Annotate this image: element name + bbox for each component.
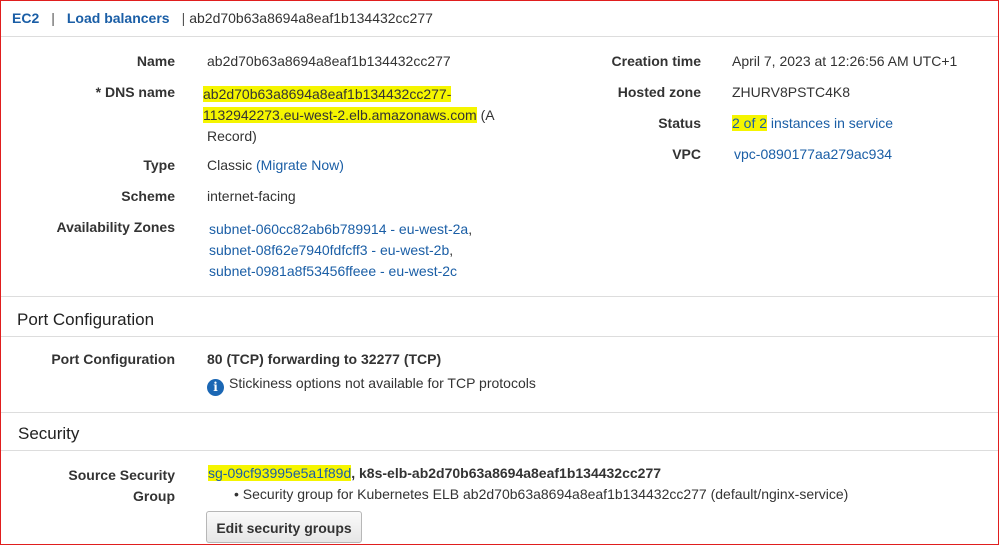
subnet-link[interactable]: subnet-0981a8f53456ffeee - eu-west-2c [209, 263, 457, 279]
dns-name-line1: ab2d70b63a8694a8eaf1b134432cc277- [203, 86, 452, 102]
security-group-id-link[interactable]: sg-09cf93995e5a1f89d [208, 465, 352, 481]
breadcrumb-separator: | [181, 10, 186, 26]
breadcrumb-divider [1, 36, 998, 37]
scheme-value: internet-facing [207, 188, 296, 204]
status-instances-link[interactable]: instances in service [767, 115, 893, 131]
type-text: Classic [207, 157, 253, 173]
source-security-group-label-line1: Source Security [68, 467, 175, 483]
hosted-zone-label: Hosted zone [617, 84, 701, 100]
type-label: Type [143, 157, 175, 173]
port-configuration-value: 80 (TCP) forwarding to 32277 (TCP) [207, 351, 442, 367]
source-security-group-label-line2: Group [133, 488, 175, 504]
status-value: 2 of 2 instances in service [732, 115, 893, 131]
type-value: Classic (Migrate Now) [207, 157, 344, 173]
stickiness-text: Stickiness options not available for TCP… [229, 375, 536, 391]
security-group-value: sg-09cf93995e5a1f89d, k8s-elb-ab2d70b63a… [208, 465, 661, 481]
status-count-link[interactable]: 2 of 2 [732, 115, 768, 131]
creation-time-label: Creation time [611, 53, 701, 69]
breadcrumb-separator: | [51, 10, 55, 26]
availability-zones-list: subnet-060cc82ab6b789914 - eu-west-2a, s… [209, 219, 472, 282]
scheme-label: Scheme [121, 188, 175, 204]
creation-time-value: April 7, 2023 at 12:26:56 AM UTC+1 [732, 53, 958, 69]
breadcrumb-current: ab2d70b63a8694a8eaf1b134432cc277 [189, 10, 433, 26]
dns-name-label: * DNS name [95, 84, 175, 100]
section-divider [1, 336, 998, 337]
availability-zones-label: Availability Zones [56, 219, 175, 235]
section-divider [1, 450, 998, 451]
list-comma: , [468, 221, 473, 237]
security-group-name: , k8s-elb-ab2d70b63a8694a8eaf1b134432cc2… [351, 465, 662, 481]
hosted-zone-value: ZHURV8PSTC4K8 [732, 84, 851, 100]
breadcrumb-load-balancers-link[interactable]: Load balancers [67, 10, 170, 26]
status-label: Status [658, 115, 701, 131]
security-heading: Security [18, 424, 80, 443]
breadcrumb: EC2 | Load balancers | ab2d70b63a8694a8eaf1b… [12, 10, 433, 26]
migrate-now-link[interactable]: (Migrate Now) [256, 157, 344, 173]
section-divider [1, 412, 998, 413]
dns-record-type: (A [476, 107, 495, 123]
dns-name-value: ab2d70b63a8694a8eaf1b134432cc277- 113294… [203, 84, 495, 147]
section-divider [1, 296, 998, 297]
edit-security-groups-button[interactable]: Edit security groups [206, 511, 362, 543]
security-group-description: • Security group for Kubernetes ELB ab2d… [234, 486, 849, 502]
info-icon: i [207, 379, 224, 396]
subnet-link[interactable]: subnet-060cc82ab6b789914 - eu-west-2a [209, 221, 468, 237]
subnet-link[interactable]: subnet-08f62e7940fdfcff3 - eu-west-2b [209, 242, 449, 258]
name-value: ab2d70b63a8694a8eaf1b134432cc277 [207, 53, 451, 69]
stickiness-note: i Stickiness options not available for TC… [207, 375, 536, 396]
vpc-link[interactable]: vpc-0890177aa279ac934 [734, 146, 892, 162]
source-security-group-label: Source Security Group [5, 465, 175, 507]
list-comma: , [449, 242, 454, 258]
vpc-label: VPC [672, 146, 701, 162]
port-configuration-label: Port Configuration [51, 351, 175, 367]
vpc-value: vpc-0890177aa279ac934 [734, 146, 892, 162]
name-label: Name [136, 53, 175, 69]
breadcrumb-ec2-link[interactable]: EC2 [12, 10, 39, 26]
load-balancer-detail-panel: EC2 | Load balancers | ab2d70b63a8694a8eaf1b… [0, 0, 999, 545]
dns-record-type-cont: Record) [207, 128, 257, 144]
port-configuration-heading: Port Configuration [17, 310, 155, 329]
dns-name-line2: 1132942273.eu-west-2.elb.amazonaws.com [203, 107, 477, 123]
